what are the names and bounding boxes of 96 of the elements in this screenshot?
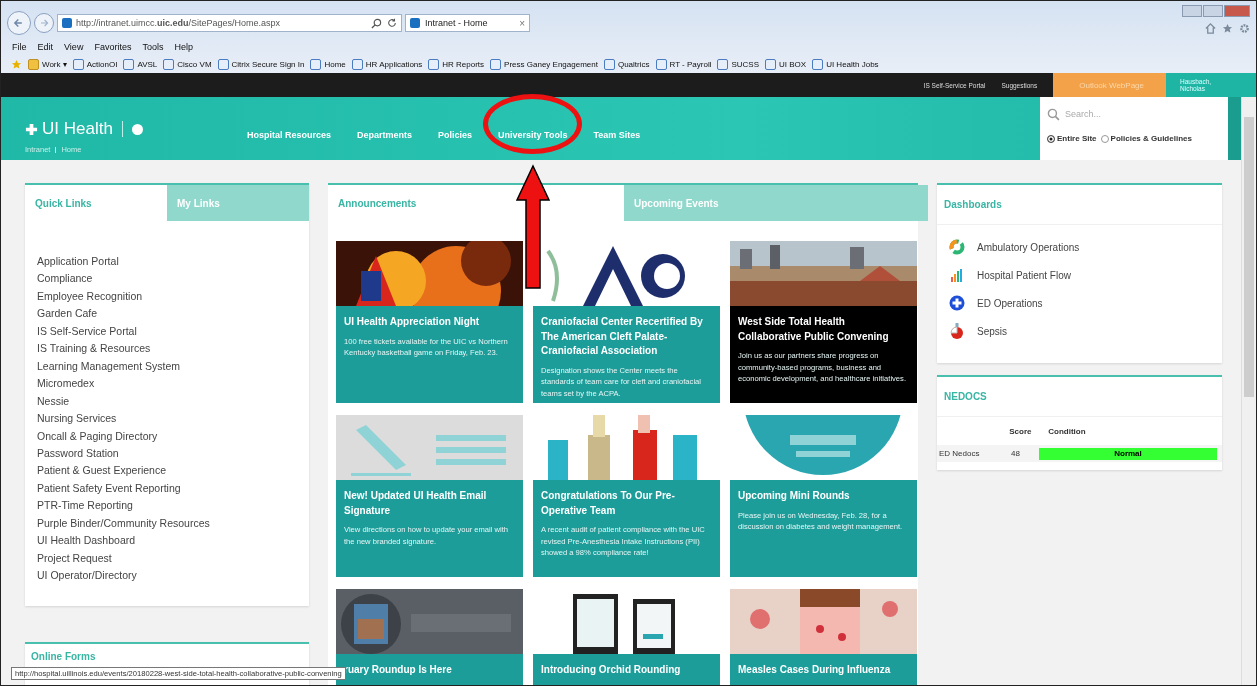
dashboard-link[interactable]: Ambulatory Operations <box>977 241 1080 253</box>
forward-arrow-icon <box>38 17 50 29</box>
page-icon <box>123 58 135 70</box>
menu-item[interactable]: View <box>64 42 84 54</box>
page-icon <box>490 58 502 70</box>
header-strip <box>1228 97 1241 160</box>
quick-link[interactable]: Oncall & Paging Directory <box>37 427 309 445</box>
favorite-link[interactable]: ActionOI <box>72 58 118 70</box>
maximize-button[interactable] <box>1203 5 1223 17</box>
circle-logo-icon <box>131 123 143 135</box>
table-cell-text: 48 <box>1011 449 1021 458</box>
favorite-link[interactable]: Qualtrics <box>603 58 650 70</box>
favorite-link[interactable]: UI BOX <box>765 58 807 70</box>
home-icon[interactable] <box>1205 23 1216 34</box>
star-icon[interactable] <box>1222 23 1233 34</box>
radio-button[interactable] <box>1047 134 1055 143</box>
panel-title: Dashboards <box>937 185 1222 225</box>
column-header: Condition <box>1048 426 1087 436</box>
card-title[interactable]: West Side Total Health Collaborative Public Convening <box>738 315 909 344</box>
favorite-link[interactable]: AVSL <box>123 58 158 70</box>
favorite-link[interactable]: Cisco VM <box>163 58 212 70</box>
quick-link[interactable]: Application Portal <box>37 253 309 271</box>
quick-link[interactable]: Micromedex <box>37 375 309 393</box>
page-icon <box>812 58 824 70</box>
menu-item[interactable]: Help <box>174 42 193 54</box>
favorite-link[interactable]: Work ▾ <box>28 58 67 70</box>
quick-link[interactable]: Project Request <box>37 549 309 568</box>
close-button[interactable] <box>1224 5 1250 17</box>
folder-icon <box>28 58 39 70</box>
favorite-link[interactable]: SUCSS <box>717 58 759 70</box>
page-icon <box>351 58 363 70</box>
quick-link[interactable]: Nessie <box>37 392 309 411</box>
bar-chart-icon <box>949 267 965 283</box>
favorite-link[interactable]: Citrix Secure Sign In <box>217 58 305 70</box>
favorite-link[interactable]: RT - Payroll <box>655 58 712 70</box>
page-icon <box>603 58 615 70</box>
minimize-button[interactable] <box>1182 5 1202 17</box>
quick-link[interactable]: Employee Recognition <box>37 287 309 306</box>
favorite-link[interactable]: UI Health Jobs <box>812 58 879 70</box>
quick-link[interactable]: Patient Safety Event Reporting <box>37 479 309 498</box>
favorite-link[interactable]: HR Applications <box>351 58 423 70</box>
close-tab-button[interactable]: × <box>519 17 525 29</box>
ring-icon <box>949 239 965 255</box>
page-icon <box>217 58 229 70</box>
page-icon <box>428 58 440 70</box>
browser-tab[interactable]: Intranet - Home × <box>405 14 530 32</box>
page-icon <box>310 58 322 70</box>
quick-link[interactable]: UI Operator/Directory <box>37 567 309 585</box>
panel-title: NEDOCS <box>937 377 1222 417</box>
page-icon <box>72 58 84 70</box>
scrollbar[interactable] <box>1241 97 1256 685</box>
back-button[interactable] <box>7 11 31 35</box>
quick-link[interactable]: Patient & Guest Experience <box>37 462 309 480</box>
search-icon[interactable] <box>371 17 382 29</box>
radio-label: Policies & Guidelines <box>1110 134 1192 143</box>
menu-item[interactable]: Edit <box>37 42 54 54</box>
page-icon <box>655 58 667 70</box>
radio-label: Entire Site <box>1057 134 1097 143</box>
favorite-link[interactable]: Press Ganey Engagement <box>490 58 598 70</box>
refresh-icon[interactable] <box>387 17 397 28</box>
quick-link[interactable]: IS Training & Resources <box>37 340 309 358</box>
dashboard-link[interactable]: Hospital Patient Flow <box>977 269 1071 281</box>
condition-badge: Normal <box>1039 447 1217 460</box>
quick-link[interactable]: Compliance <box>37 270 309 288</box>
star-icon[interactable] <box>11 58 22 70</box>
quick-link[interactable]: Purple Binder/Community Resources <box>37 514 309 533</box>
quick-link[interactable]: Garden Cafe <box>37 305 309 323</box>
quick-link[interactable]: UI Health Dashboard <box>37 532 309 550</box>
flask-icon <box>949 322 965 340</box>
table-cell-text: ED Nedocs <box>938 449 981 458</box>
quick-link[interactable]: IS Self-Service Portal <box>37 322 309 341</box>
quick-link[interactable]: Learning Management System <box>37 357 309 376</box>
page-icon <box>163 58 175 70</box>
dashboard-link[interactable]: ED Operations <box>977 297 1043 309</box>
column-header: Score <box>1009 426 1033 436</box>
menu-item[interactable]: Tools <box>142 42 164 54</box>
forward-button[interactable] <box>34 13 54 33</box>
radio-button[interactable] <box>1100 134 1109 143</box>
site-icon <box>410 18 420 28</box>
address-bar[interactable]: http://intranet.uimcc.uic.edu/SitePages/Home.aspx <box>57 14 402 32</box>
site-icon <box>62 18 72 28</box>
dashboard-link[interactable]: Sepsis <box>977 325 1007 337</box>
quick-link[interactable]: Nursing Services <box>37 410 309 428</box>
quick-link[interactable]: Password Station <box>37 445 309 463</box>
plus-circle-icon <box>949 295 965 311</box>
quick-link[interactable]: PTR-Time Reporting <box>37 497 309 515</box>
settings-icon[interactable] <box>1239 23 1250 34</box>
cross-logo-icon <box>25 122 38 136</box>
favorite-link[interactable]: Home <box>310 58 346 70</box>
page-icon <box>765 58 776 70</box>
favorite-link[interactable]: HR Reports <box>428 58 485 70</box>
menu-item[interactable]: File <box>12 42 27 54</box>
page-icon <box>717 58 729 70</box>
menu-item[interactable]: Favorites <box>94 42 132 54</box>
search-icon <box>1047 107 1060 121</box>
panel-title: Online Forms <box>30 649 97 662</box>
